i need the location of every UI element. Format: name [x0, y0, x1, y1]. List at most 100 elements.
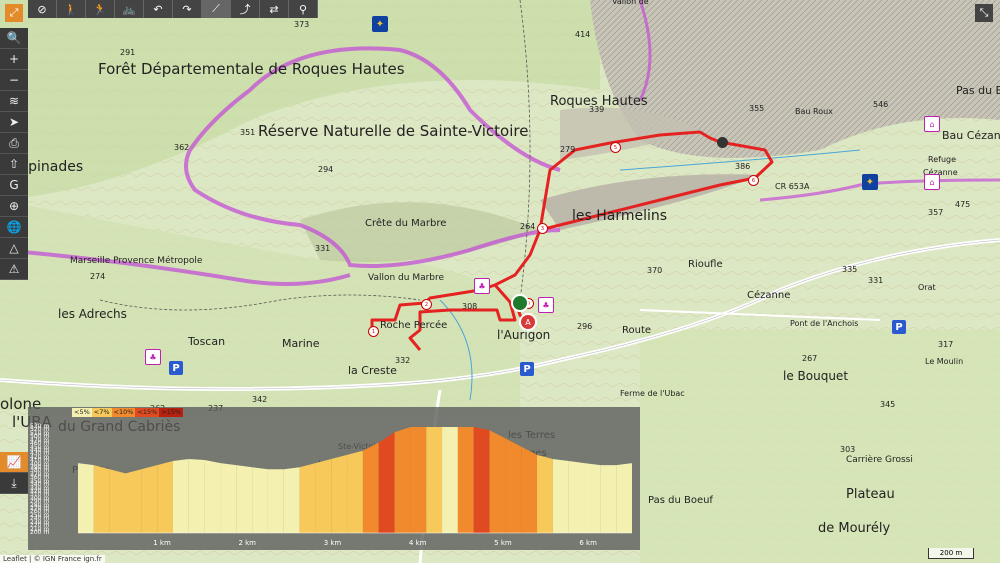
elevation-segment	[410, 427, 427, 533]
map-label: CR 653A	[775, 182, 810, 191]
distance-tick: 4 km	[408, 539, 427, 547]
map-label: Bau Cézanne	[942, 129, 1000, 142]
elevation-segment	[93, 465, 110, 533]
fullscreen-icon[interactable]: ⤢	[5, 4, 23, 22]
spot-height: 303	[840, 445, 856, 454]
distance-tick: 5 km	[494, 539, 512, 547]
zoom-out-icon[interactable]: −	[0, 70, 28, 91]
collapse-panel-icon[interactable]: ⤡	[975, 4, 993, 22]
map-label: Route	[622, 325, 652, 336]
shelter-icon[interactable]: ⌂	[924, 174, 940, 190]
zoom-in-icon[interactable]: +	[0, 49, 28, 70]
map-label: de Mourély	[818, 521, 891, 536]
distance-tick: 2 km	[238, 539, 257, 547]
elevation-segment	[473, 427, 490, 533]
locate-icon[interactable]: ➤	[0, 112, 28, 133]
map-label: Carrière Grossi	[846, 455, 913, 465]
track-end-marker[interactable]	[717, 137, 728, 148]
waypoint-icon[interactable]: ⤴	[231, 0, 260, 18]
route-waypoint[interactable]: 2	[421, 299, 432, 310]
map-label: Réserve Naturelle de Sainte-Victoire	[258, 122, 529, 140]
download-icon[interactable]: ⤓	[0, 473, 28, 494]
map-label: Pas du Berger	[956, 84, 1000, 97]
reverse-icon[interactable]: ⇄	[260, 0, 289, 18]
elevation-segment	[394, 427, 411, 533]
picnic-icon[interactable]: ♣	[474, 278, 490, 294]
spot-height: 373	[294, 20, 310, 29]
parking-icon[interactable]: P	[169, 361, 183, 375]
map-label: Pont de l'Anchois	[790, 319, 859, 328]
distance-tick: 6 km	[579, 539, 597, 547]
print-icon[interactable]: ⎙	[0, 133, 28, 154]
elevation-segment	[616, 463, 632, 533]
arrival-marker[interactable]: A	[519, 313, 537, 331]
spot-height: 345	[880, 400, 896, 409]
spot-height: 294	[318, 165, 334, 174]
picnic-icon[interactable]: ♣	[145, 349, 161, 365]
map-label: les Adrechs	[58, 307, 127, 321]
spot-height: 274	[90, 272, 106, 281]
route-waypoint[interactable]: 5	[610, 142, 621, 153]
spot-height: 317	[938, 340, 954, 349]
elevation-segment	[521, 446, 538, 533]
spot-height: 355	[749, 104, 765, 113]
hiking-icon[interactable]: 🚶	[57, 0, 86, 18]
cycling-icon[interactable]: 🚲	[115, 0, 144, 18]
parking-icon[interactable]: P	[520, 362, 534, 376]
elevation-segment	[125, 469, 142, 533]
map-label: Ferme de l'Ubac	[620, 389, 685, 398]
elevation-segment	[489, 430, 506, 533]
route-waypoint[interactable]: 3	[537, 223, 548, 234]
spot-height: 296	[577, 322, 593, 331]
elevation-segment	[141, 465, 158, 533]
toggle-layer-icon[interactable]: ⊘	[28, 0, 57, 18]
elevation-segment	[267, 469, 284, 533]
pin-icon[interactable]: ⚲	[289, 0, 318, 18]
elevation-segment	[584, 463, 601, 533]
map-label: Vallon de	[612, 0, 649, 6]
google-icon[interactable]: G	[0, 175, 28, 196]
mountain-icon[interactable]: △	[0, 238, 28, 259]
map-label: Rioufle	[688, 259, 723, 270]
spot-height: 357	[928, 208, 944, 217]
elevation-profile[interactable]: <5% <7% <10% <15% >15% 530 m 520 m 510 m 500 m4…	[28, 407, 640, 550]
elevation-segment	[157, 461, 173, 533]
elevation-chart-icon[interactable]: 📈	[0, 452, 28, 473]
map-label: Bau Roux	[795, 107, 833, 116]
spot-height: 362	[174, 143, 190, 152]
map-label: Crête du Marbre	[365, 218, 447, 229]
export-icon[interactable]: ⇧	[0, 154, 28, 175]
running-icon[interactable]: 🏃	[86, 0, 115, 18]
route-waypoint[interactable]: 6	[748, 175, 759, 186]
redo-icon[interactable]: ↷	[173, 0, 202, 18]
map-attribution[interactable]: Leaflet | © IGN France ign.fr	[0, 555, 105, 563]
spot-height: 331	[868, 276, 884, 285]
spot-height: 475	[955, 200, 971, 209]
layers-icon[interactable]: ≋	[0, 91, 28, 112]
elevation-segment	[347, 450, 363, 533]
spot-height: 279	[560, 145, 576, 154]
spot-height: 332	[395, 356, 411, 365]
picnic-icon[interactable]: ♣	[538, 297, 554, 313]
undo-icon[interactable]: ↶	[144, 0, 173, 18]
shelter-icon[interactable]: ⌂	[924, 116, 940, 132]
elevation-segment	[188, 458, 205, 533]
way-of-st-james-icon[interactable]: ✦	[372, 16, 388, 32]
spot-height: 335	[842, 265, 858, 274]
parking-icon[interactable]: P	[892, 320, 906, 334]
way-of-st-james-icon[interactable]: ✦	[862, 174, 878, 190]
distance-tick: 3 km	[323, 539, 342, 547]
crosshair-icon[interactable]: ⊕	[0, 196, 28, 217]
spot-height: 370	[647, 266, 663, 275]
zoom-search-icon[interactable]: 🔍	[0, 28, 28, 49]
globe-icon[interactable]: 🌐	[0, 217, 28, 238]
map-label: les Harmelins	[572, 208, 668, 224]
elevation-segment	[426, 427, 443, 533]
route-icon[interactable]: ⟋	[202, 0, 231, 18]
map-label: Toscan	[188, 335, 226, 348]
hazard-icon[interactable]: ⚠	[0, 259, 28, 280]
map-label: Orat	[918, 283, 936, 292]
route-waypoint[interactable]: 1	[368, 326, 379, 337]
elevation-segment	[505, 438, 522, 533]
start-marker[interactable]	[511, 294, 529, 312]
